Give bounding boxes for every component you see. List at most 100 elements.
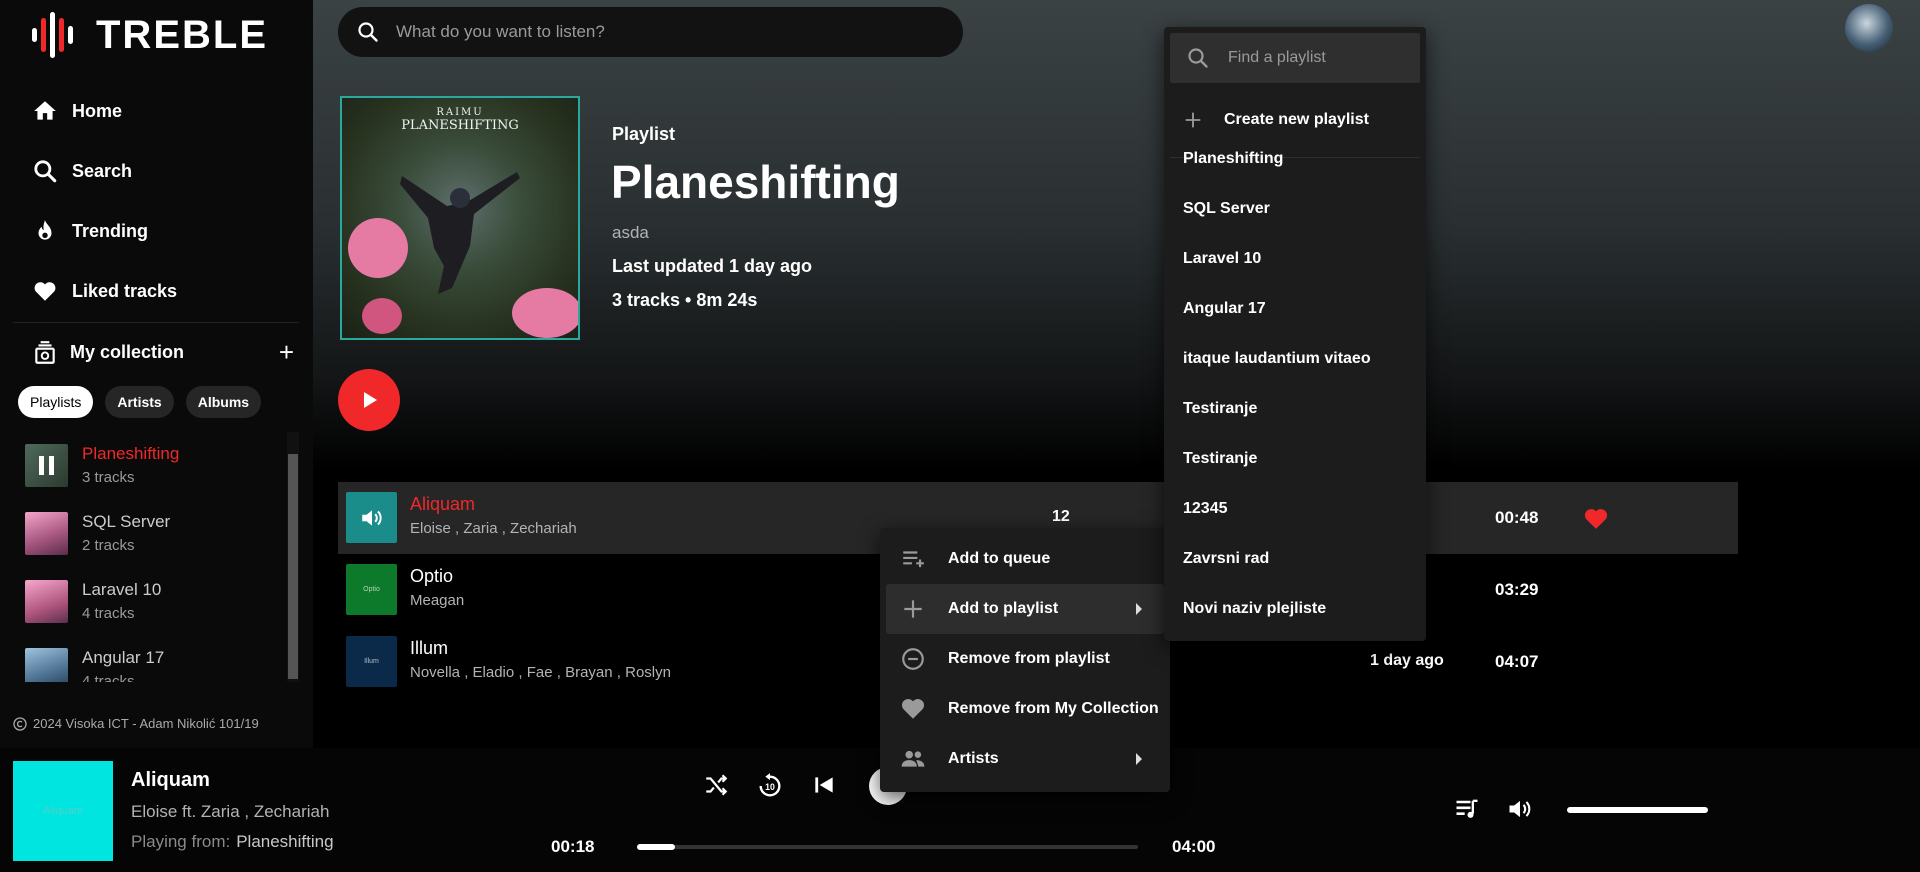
menu-add-to-queue[interactable]: Add to queue: [886, 534, 1164, 584]
collection-icon: [35, 340, 55, 364]
flame-icon: [38, 220, 52, 240]
rewind-10-button[interactable]: 10: [756, 772, 784, 800]
playlist-cover: [25, 580, 68, 623]
volume-icon: [1509, 800, 1531, 818]
progress-fill[interactable]: [637, 844, 675, 850]
menu-remove-from-playlist-label: Remove from playlist: [948, 650, 1110, 667]
submenu-playlist-item[interactable]: Laravel 10: [1183, 250, 1261, 268]
menu-artists-label: Artists: [948, 750, 999, 767]
track-title[interactable]: Aliquam: [410, 494, 475, 515]
create-new-playlist-label: Create new playlist: [1224, 111, 1369, 128]
submenu-arrow-icon: [1136, 603, 1142, 615]
submenu-arrow-icon: [1136, 753, 1142, 765]
collection-item[interactable]: Planeshifting 3 tracks: [25, 444, 179, 487]
search-bar[interactable]: [338, 7, 963, 57]
collection-item-sub: 2 tracks: [82, 537, 135, 554]
app-name: TREBLE: [96, 12, 268, 57]
collection-item-sub: 4 tracks: [82, 605, 135, 622]
search-input[interactable]: [396, 22, 896, 42]
plus-icon: [1185, 112, 1201, 128]
find-playlist-input[interactable]: [1228, 49, 1408, 67]
playlist-description: asda: [612, 223, 649, 242]
mute-button[interactable]: [1506, 795, 1534, 823]
now-playing-cover[interactable]: Aliquam: [13, 761, 113, 861]
find-playlist-field[interactable]: [1170, 33, 1420, 83]
collection-item[interactable]: Laravel 10 4 tracks: [25, 580, 161, 623]
like-button[interactable]: [1583, 506, 1609, 530]
playing-from-value[interactable]: Planeshifting: [236, 832, 333, 851]
copyright-text: 2024 Visoka ICT - Adam Nikolić 101/19: [33, 716, 259, 731]
now-playing-title[interactable]: Aliquam: [131, 769, 210, 792]
progress-bar[interactable]: [637, 844, 1138, 850]
elapsed-time: 00:18: [551, 837, 595, 856]
copyright-icon: [13, 716, 27, 731]
submenu-playlist-item[interactable]: itaque laudantium vitaeo: [1183, 350, 1371, 368]
collection-item-title: Angular 17: [82, 648, 165, 667]
minus-circle-icon: [902, 648, 924, 670]
menu-remove-from-collection[interactable]: Remove from My Collection: [886, 684, 1164, 734]
track-artists[interactable]: Meagan: [410, 592, 464, 609]
collection-item[interactable]: Angular 17 4 tracks: [25, 648, 164, 682]
nav-search[interactable]: Search: [32, 158, 132, 184]
playlist-cover: [25, 512, 68, 555]
replay-10-icon: 10: [759, 773, 781, 797]
menu-artists[interactable]: Artists: [886, 734, 1164, 784]
shuffle-icon: [706, 774, 728, 796]
people-icon: [901, 750, 925, 767]
submenu-playlist-item[interactable]: Novi naziv plejliste: [1183, 600, 1326, 618]
track-duration: 03:29: [1495, 580, 1539, 599]
menu-add-to-queue-label: Add to queue: [948, 550, 1051, 567]
nav-trending[interactable]: Trending: [32, 218, 148, 244]
search-icon: [358, 22, 378, 42]
track-duration: 04:07: [1495, 652, 1539, 671]
playlist-cover: RAIMU PLANESHIFTING: [340, 96, 580, 340]
my-collection-header: My collection +: [32, 337, 294, 368]
create-new-playlist-button[interactable]: Create new playlist: [1182, 109, 1369, 131]
filter-playlists[interactable]: Playlists: [18, 386, 94, 418]
nav-home[interactable]: Home: [32, 98, 122, 124]
copyright: 2024 Visoka ICT - Adam Nikolić 101/19: [13, 716, 259, 731]
shuffle-button[interactable]: [703, 772, 729, 798]
scrollbar-thumb[interactable]: [288, 454, 298, 679]
track-artists[interactable]: Eloise , Zaria , Zechariah: [410, 520, 577, 537]
app-logo[interactable]: TREBLE: [30, 12, 268, 58]
submenu-playlist-item[interactable]: 12345: [1183, 500, 1228, 518]
nav-liked-label: Liked tracks: [72, 280, 178, 301]
collection-item[interactable]: SQL Server 2 tracks: [25, 512, 170, 555]
submenu-playlist-item[interactable]: Angular 17: [1183, 300, 1266, 318]
track-artists[interactable]: Novella , Eladio , Fae , Brayan , Roslyn: [410, 664, 671, 681]
menu-add-to-playlist-label: Add to playlist: [948, 600, 1059, 617]
collection-item-sub: 3 tracks: [82, 469, 135, 486]
track-title[interactable]: Illum: [410, 638, 448, 659]
logo-icon: [32, 12, 73, 58]
submenu-playlist-item[interactable]: Planeshifting: [1183, 150, 1283, 168]
pause-icon: [39, 456, 54, 475]
nav-trending-label: Trending: [72, 220, 148, 241]
add-collection-button[interactable]: +: [279, 337, 294, 368]
previous-button[interactable]: [811, 772, 837, 798]
track-title[interactable]: Optio: [410, 566, 453, 587]
collection-scrollbar[interactable]: [287, 432, 299, 682]
now-playing-source: Playing from: Planeshifting: [131, 832, 334, 852]
nav-liked[interactable]: Liked tracks: [32, 278, 177, 304]
submenu-playlist-item[interactable]: Zavrsni rad: [1183, 550, 1269, 568]
queue-button[interactable]: [1453, 795, 1481, 823]
submenu-playlist-item[interactable]: Testiranje: [1183, 400, 1257, 418]
submenu-playlist-item[interactable]: Testiranje: [1183, 450, 1257, 468]
playlist-cover: [25, 444, 68, 487]
menu-add-to-playlist[interactable]: Add to playlist: [886, 584, 1164, 634]
play-playlist-button[interactable]: [338, 369, 400, 431]
menu-remove-from-collection-label: Remove from My Collection: [948, 700, 1159, 717]
playlist-updated: Last updated 1 day ago: [612, 256, 813, 276]
submenu-playlist-item[interactable]: SQL Server: [1183, 200, 1270, 218]
track-thumbnail: [346, 492, 397, 543]
track-thumbnail: Optio: [346, 564, 397, 615]
collection-item-title: Laravel 10: [82, 580, 162, 599]
menu-remove-from-playlist[interactable]: Remove from playlist: [886, 634, 1164, 684]
filter-albums[interactable]: Albums: [185, 386, 262, 418]
volume-slider[interactable]: [1567, 807, 1708, 813]
now-playing-artists[interactable]: Eloise ft. Zaria , Zechariah: [131, 802, 329, 822]
filter-artists[interactable]: Artists: [105, 386, 174, 418]
playlist-stats: 3 tracks • 8m 24s: [612, 290, 758, 310]
user-avatar[interactable]: [1845, 4, 1893, 52]
